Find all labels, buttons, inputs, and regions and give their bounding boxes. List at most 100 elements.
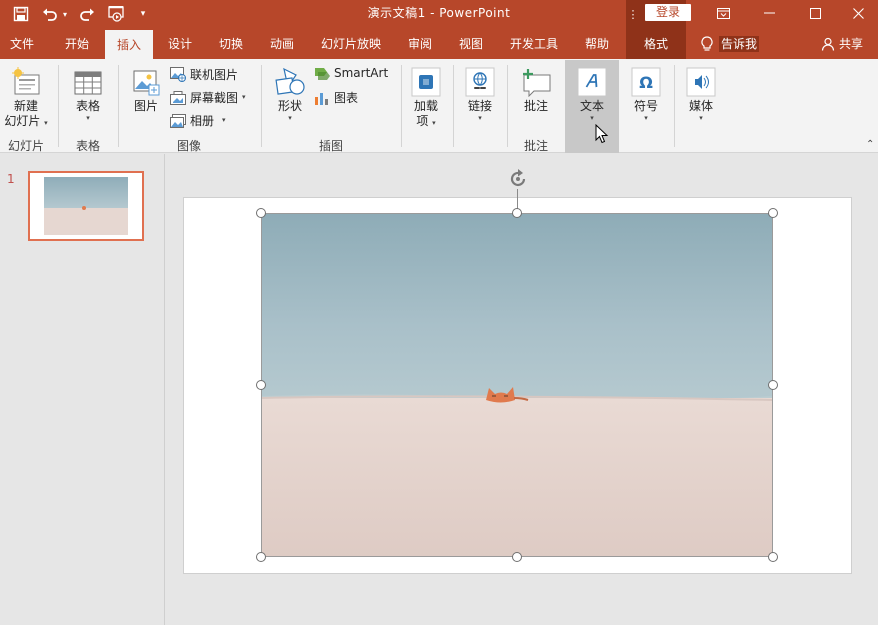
addins-dropdown-icon[interactable]: ▾ bbox=[432, 119, 436, 127]
addins-label-2: 项 bbox=[416, 114, 429, 128]
group-separator bbox=[118, 65, 119, 147]
save-icon[interactable] bbox=[10, 4, 32, 24]
cat-on-beach-photo bbox=[262, 214, 772, 556]
comment-label: 批注 bbox=[523, 99, 548, 113]
picture-button[interactable]: 图片 bbox=[124, 65, 168, 114]
collapse-ribbon-icon[interactable]: ⌃ bbox=[866, 139, 874, 150]
resize-handle-bottom-right[interactable] bbox=[768, 552, 778, 562]
shapes-icon bbox=[274, 65, 306, 97]
tab-slideshow[interactable]: 幻灯片放映 bbox=[312, 29, 390, 59]
mouse-cursor-icon bbox=[595, 124, 609, 144]
resize-handle-bottom[interactable] bbox=[512, 552, 522, 562]
tab-file[interactable]: 文件 bbox=[0, 29, 44, 59]
resize-handle-right[interactable] bbox=[768, 380, 778, 390]
album-label: 相册 bbox=[190, 114, 215, 128]
group-label-tables: 表格 bbox=[75, 139, 100, 153]
group-label-images: 图像 bbox=[176, 139, 201, 153]
album-icon bbox=[170, 113, 186, 128]
new-slide-label-1: 新建 bbox=[13, 99, 38, 113]
tab-review[interactable]: 审阅 bbox=[396, 29, 444, 59]
link-label: 链接 bbox=[467, 99, 492, 113]
smartart-button[interactable]: SmartArt bbox=[314, 66, 388, 80]
resize-handle-bottom-left[interactable] bbox=[256, 552, 266, 562]
tab-animations[interactable]: 动画 bbox=[258, 29, 306, 59]
screenshot-label: 屏幕截图 bbox=[190, 91, 239, 105]
title-bar: ▾ ▾ 演示文稿1 - PowerPoint ⋮ 登录 bbox=[0, 0, 878, 29]
screenshot-button[interactable]: 屏幕截图 ▾ bbox=[170, 89, 246, 106]
online-pictures-label: 联机图片 bbox=[190, 68, 239, 82]
shapes-button[interactable]: 形状 ▾ bbox=[270, 65, 310, 123]
screenshot-icon bbox=[170, 90, 186, 105]
rotate-handle-icon[interactable] bbox=[506, 167, 530, 191]
tab-home[interactable]: 开始 bbox=[53, 29, 101, 59]
comment-icon bbox=[520, 65, 552, 97]
tab-developer[interactable]: 开发工具 bbox=[501, 29, 567, 59]
tab-transitions[interactable]: 切换 bbox=[207, 29, 255, 59]
addins-icon bbox=[411, 65, 441, 97]
album-dropdown-icon[interactable]: ▾ bbox=[222, 116, 226, 125]
symbol-label: 符号 bbox=[633, 99, 658, 113]
media-label: 媒体 bbox=[688, 99, 713, 113]
smartart-icon bbox=[315, 68, 330, 80]
redo-icon[interactable] bbox=[76, 4, 98, 24]
picture-icon bbox=[131, 65, 161, 97]
group-separator bbox=[58, 65, 59, 147]
shapes-dropdown-icon[interactable]: ▾ bbox=[288, 114, 292, 123]
share-label: 共享 bbox=[838, 37, 863, 51]
new-slide-dropdown-icon[interactable]: ▾ bbox=[44, 119, 48, 127]
text-dropdown-icon[interactable]: ▾ bbox=[590, 114, 594, 123]
omega-icon: Ω bbox=[631, 65, 661, 97]
close-icon[interactable] bbox=[838, 0, 878, 26]
undo-icon[interactable] bbox=[40, 4, 60, 24]
ribbon-display-options-icon[interactable] bbox=[700, 0, 746, 26]
tab-design[interactable]: 设计 bbox=[156, 29, 204, 59]
menu-tab-bar: 文件 开始 插入 设计 切换 动画 幻灯片放映 审阅 视图 开发工具 帮助 格式… bbox=[0, 29, 878, 59]
slides-pane: 1 bbox=[0, 154, 165, 625]
comment-button[interactable]: 批注 bbox=[514, 65, 558, 114]
person-icon bbox=[821, 37, 835, 51]
media-dropdown-icon[interactable]: ▾ bbox=[699, 114, 703, 123]
resize-handle-top-left[interactable] bbox=[256, 208, 266, 218]
resize-handle-left[interactable] bbox=[256, 380, 266, 390]
link-dropdown-icon[interactable]: ▾ bbox=[478, 114, 482, 123]
undo-dropdown-icon[interactable]: ▾ bbox=[60, 4, 70, 24]
tab-insert[interactable]: 插入 bbox=[105, 30, 153, 59]
addins-label-1: 加载 bbox=[413, 99, 438, 113]
shapes-label: 形状 bbox=[277, 99, 302, 113]
new-slide-button[interactable]: 新建 幻灯片 ▾ bbox=[2, 65, 50, 129]
online-pictures-button[interactable]: 联机图片 bbox=[170, 66, 238, 83]
start-from-beginning-icon[interactable] bbox=[106, 4, 128, 24]
resize-handle-top-right[interactable] bbox=[768, 208, 778, 218]
tell-me-search[interactable]: 告诉我 bbox=[697, 29, 769, 59]
online-pictures-icon bbox=[170, 67, 186, 82]
maximize-icon[interactable] bbox=[792, 0, 838, 26]
text-label: 文本 bbox=[579, 99, 604, 113]
selected-picture[interactable] bbox=[261, 213, 773, 557]
group-label-slides: 幻灯片 bbox=[7, 139, 44, 153]
customize-toolbar-icon[interactable]: ▾ bbox=[136, 4, 150, 24]
speaker-icon bbox=[686, 65, 716, 97]
group-separator bbox=[401, 65, 402, 147]
login-button[interactable]: 登录 bbox=[645, 4, 691, 21]
table-dropdown-icon[interactable]: ▾ bbox=[86, 114, 90, 123]
tab-format[interactable]: 格式 bbox=[626, 29, 686, 59]
album-button[interactable]: 相册 ▾ bbox=[170, 112, 226, 129]
text-button[interactable]: 文本 ▾ bbox=[570, 65, 614, 123]
tab-view[interactable]: 视图 bbox=[447, 29, 495, 59]
chart-button[interactable]: 图表 bbox=[314, 89, 358, 106]
ribbon-options-icon[interactable]: ⋮ bbox=[628, 4, 639, 24]
tell-me-label: 告诉我 bbox=[719, 36, 760, 52]
symbol-dropdown-icon[interactable]: ▾ bbox=[644, 114, 648, 123]
addins-button[interactable]: 加载 项 ▾ bbox=[405, 65, 447, 129]
link-button[interactable]: 链接 ▾ bbox=[459, 65, 501, 123]
share-button[interactable]: 共享 bbox=[812, 29, 872, 59]
picture-label: 图片 bbox=[133, 99, 158, 113]
tab-help[interactable]: 帮助 bbox=[573, 29, 621, 59]
table-button[interactable]: 表格 ▾ bbox=[64, 65, 112, 123]
symbol-button[interactable]: Ω 符号 ▾ bbox=[624, 65, 668, 123]
minimize-icon[interactable] bbox=[746, 0, 792, 26]
screenshot-dropdown-icon[interactable]: ▾ bbox=[242, 93, 246, 102]
slide-thumbnail[interactable] bbox=[28, 171, 144, 241]
resize-handle-top[interactable] bbox=[512, 208, 522, 218]
media-button[interactable]: 媒体 ▾ bbox=[679, 65, 723, 123]
